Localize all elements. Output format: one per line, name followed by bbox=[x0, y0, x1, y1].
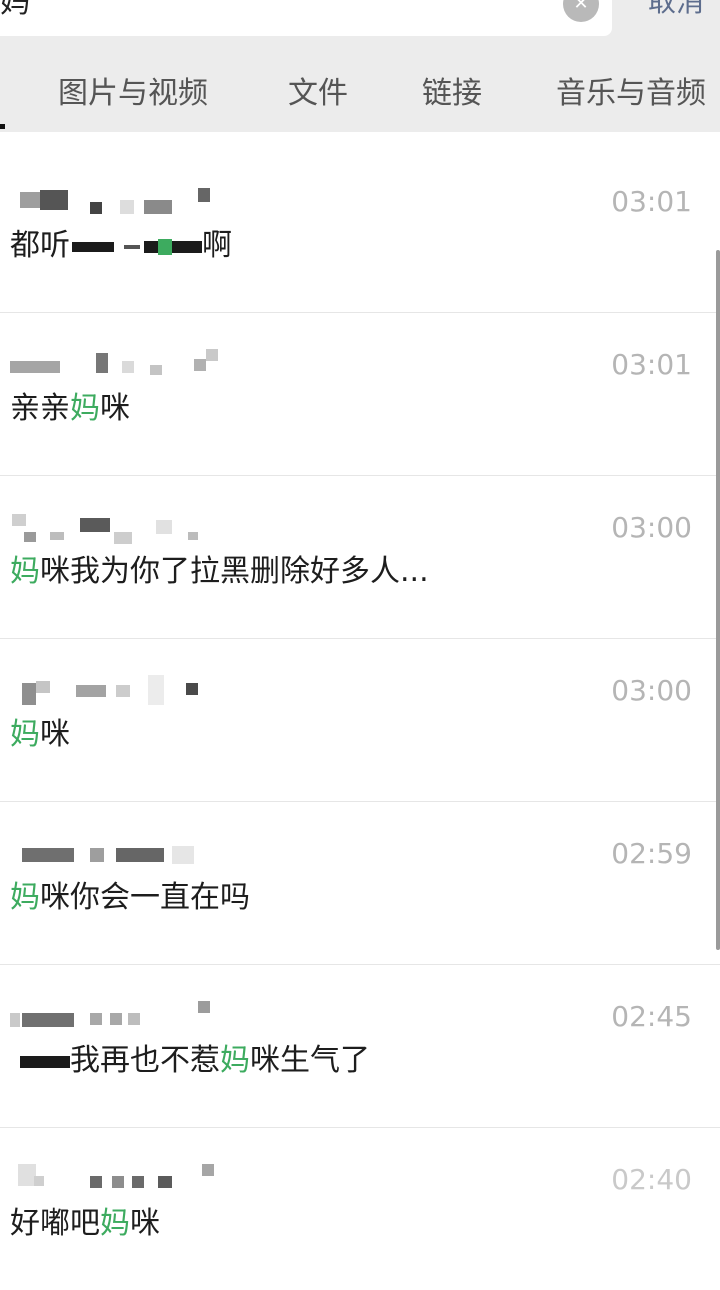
message-text-after: 啊 bbox=[202, 228, 232, 263]
message-text-after: 咪 bbox=[130, 1206, 160, 1241]
message-time: 03:01 bbox=[611, 185, 692, 218]
tab-indicator bbox=[0, 124, 5, 129]
tab-links[interactable]: 链接 bbox=[422, 74, 482, 114]
search-query-text[interactable]: 妈 bbox=[0, 0, 30, 23]
message-text-after: 咪生气了 bbox=[250, 1043, 370, 1078]
message-snippet: 妈咪你会一直在吗 bbox=[10, 878, 250, 918]
message-text-after: 咪你会一直在吗 bbox=[40, 880, 250, 915]
message-text-after: 咪 bbox=[100, 391, 130, 426]
redaction-mark bbox=[20, 1055, 70, 1068]
scrollbar[interactable] bbox=[716, 250, 720, 950]
redaction-mark bbox=[72, 241, 114, 252]
sender-name-blurred bbox=[10, 186, 220, 220]
message-snippet: 妈咪我为你了拉黑删除好多人... bbox=[10, 552, 429, 592]
message-highlight: 妈 bbox=[10, 880, 40, 915]
message-text-before: 亲亲 bbox=[10, 391, 70, 426]
message-snippet: 我再也不惹妈咪生气了 bbox=[20, 1041, 370, 1081]
redaction-mark bbox=[144, 240, 158, 253]
tab-images-videos[interactable]: 图片与视频 bbox=[58, 74, 208, 114]
message-snippet: 好嘟吧妈咪 bbox=[10, 1204, 160, 1244]
message-text-before: 都听 bbox=[10, 228, 70, 263]
message-time: 02:40 bbox=[611, 1163, 692, 1196]
result-row[interactable]: 03:01 亲亲妈咪 bbox=[0, 312, 720, 475]
message-highlight: 妈 bbox=[10, 717, 40, 752]
result-row[interactable]: 03:00 妈咪我为你了拉黑删除好多人... bbox=[0, 475, 720, 638]
sender-name-blurred bbox=[10, 349, 220, 383]
message-time: 03:00 bbox=[611, 674, 692, 707]
message-highlight: 妈 bbox=[10, 554, 40, 589]
redaction-mark bbox=[158, 238, 172, 255]
message-text-before: 好嘟吧 bbox=[10, 1206, 100, 1241]
result-row[interactable]: 03:01 都听 啊 bbox=[0, 150, 720, 312]
sender-name-blurred bbox=[10, 838, 220, 872]
sender-name-blurred bbox=[10, 675, 220, 709]
redaction-mark bbox=[124, 244, 140, 249]
message-time: 03:00 bbox=[611, 511, 692, 544]
message-highlight: 妈 bbox=[220, 1043, 250, 1078]
message-snippet: 都听 啊 bbox=[10, 226, 232, 266]
search-results-list: 03:01 都听啊 03:01 亲亲妈咪 03:00 妈咪我为你了拉黑删除好多人… bbox=[0, 150, 720, 1290]
message-snippet: 亲亲妈咪 bbox=[10, 389, 130, 429]
sender-name-blurred bbox=[10, 1001, 220, 1035]
search-header: 妈 ✕ 取消 图片与视频 文件 链接 音乐与音频 bbox=[0, 0, 720, 132]
search-box[interactable] bbox=[0, 0, 612, 36]
message-highlight: 妈 bbox=[100, 1206, 130, 1241]
message-text-after: 咪我为你了拉黑删除好多人... bbox=[40, 554, 429, 589]
tab-music-audio[interactable]: 音乐与音频 bbox=[556, 74, 706, 114]
sender-name-blurred bbox=[10, 512, 220, 546]
message-snippet: 妈咪 bbox=[10, 715, 70, 755]
message-text-before: 我再也不惹 bbox=[70, 1043, 220, 1078]
cancel-button[interactable]: 取消 bbox=[648, 0, 704, 22]
message-text-after: 咪 bbox=[40, 717, 70, 752]
sender-name-blurred bbox=[10, 1164, 220, 1198]
result-row[interactable]: 02:59 妈咪你会一直在吗 bbox=[0, 801, 720, 964]
result-row[interactable]: 03:00 妈咪 bbox=[0, 638, 720, 801]
message-time: 03:01 bbox=[611, 348, 692, 381]
message-time: 02:45 bbox=[611, 1000, 692, 1033]
redaction-mark bbox=[172, 240, 202, 253]
tab-files[interactable]: 文件 bbox=[288, 74, 348, 114]
result-row[interactable]: 02:40 好嘟吧妈咪 bbox=[0, 1127, 720, 1290]
message-time: 02:59 bbox=[611, 837, 692, 870]
result-row[interactable]: 02:45 我再也不惹妈咪生气了 bbox=[0, 964, 720, 1127]
message-highlight: 妈 bbox=[70, 391, 100, 426]
